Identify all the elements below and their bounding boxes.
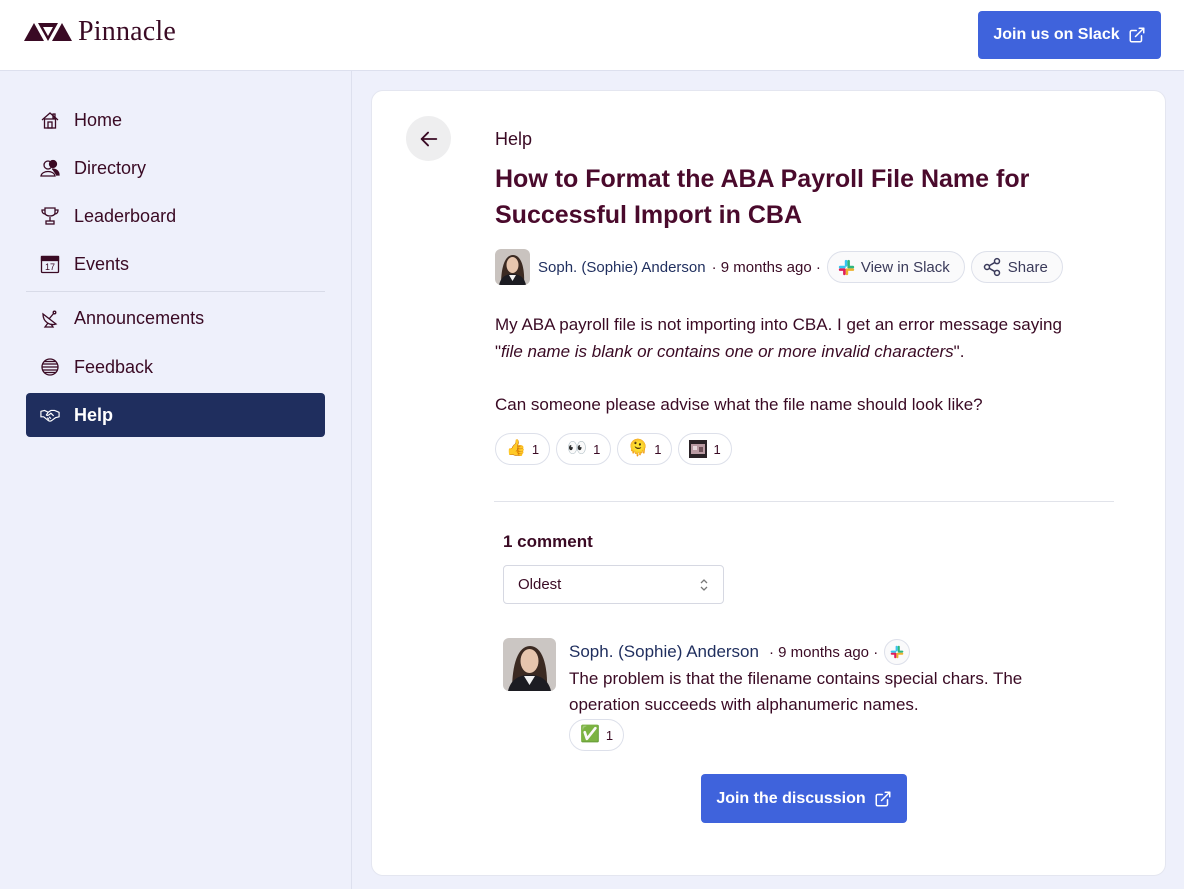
slack-icon — [890, 645, 904, 659]
slack-icon — [838, 259, 854, 275]
external-link-icon — [1129, 27, 1145, 43]
sidebar-item-directory[interactable]: Directory — [26, 146, 325, 190]
breadcrumb[interactable]: Help — [495, 129, 532, 150]
custom-emoji-icon — [689, 440, 708, 458]
share-button[interactable]: Share — [970, 251, 1063, 283]
chevron-up-down-icon — [700, 578, 708, 591]
share-icon — [983, 257, 1001, 277]
reaction-melting-face[interactable]: 🫠 1 — [617, 433, 673, 465]
globe-icon — [41, 358, 59, 376]
comment-reactions: ✅ 1 — [569, 719, 625, 751]
sidebar-divider — [26, 291, 325, 292]
post-body: My ABA payroll file is not importing int… — [495, 311, 1115, 418]
post-reactions: 👍 1 👀 1 🫠 1 1 — [495, 433, 732, 465]
logo[interactable]: Pinnacle — [24, 16, 176, 48]
reaction-count: 1 — [531, 441, 540, 457]
sidebar-item-label: Help — [74, 404, 114, 425]
reaction-thumbs-up[interactable]: 👍 1 — [495, 433, 551, 465]
reaction-count: 1 — [713, 441, 721, 457]
home-icon — [41, 112, 59, 129]
reaction-custom[interactable]: 1 — [678, 433, 732, 465]
body-quote-close: ". — [953, 342, 965, 361]
post-time: · 9 months ago · — [711, 258, 821, 276]
view-in-slack-button[interactable]: View in Slack — [826, 251, 965, 283]
sidebar-item-label: Announcements — [74, 307, 205, 328]
external-link-icon — [875, 791, 891, 806]
satellite-icon — [42, 310, 58, 328]
melting-face-icon: 🫠 — [628, 440, 649, 457]
sidebar-item-label: Directory — [74, 157, 147, 178]
body-quote-italic: file name is blank or contains one or mo… — [501, 342, 954, 361]
people-icon — [40, 159, 60, 177]
eyes-icon: 👀 — [567, 440, 588, 457]
reaction-count: 1 — [654, 441, 662, 457]
avatar[interactable] — [495, 249, 530, 285]
sidebar-item-label: Events — [74, 253, 130, 274]
reaction-check-mark[interactable]: ✅ 1 — [569, 719, 625, 751]
share-label: Share — [1007, 258, 1048, 276]
post-title: How to Format the ABA Payroll File Name … — [495, 165, 1030, 229]
sidebar-item-label: Home — [74, 109, 123, 130]
sort-value: Oldest — [518, 576, 562, 593]
comment-avatar[interactable] — [503, 638, 556, 691]
top-bar: Pinnacle Join us on Slack — [0, 0, 1184, 71]
sidebar-item-home[interactable]: Home — [26, 98, 325, 142]
reaction-count: 1 — [593, 441, 601, 457]
sidebar: Home Directory Leaderboard 17 Events Ann… — [0, 71, 352, 889]
handshake-icon — [40, 409, 60, 422]
reaction-count: 1 — [605, 727, 614, 743]
reaction-eyes[interactable]: 👀 1 — [556, 433, 612, 465]
body-text-line: Can someone please advise what the file … — [495, 395, 983, 414]
comment-text: The problem is that the filename contain… — [569, 669, 1023, 714]
comments-count: 1 comment — [503, 532, 593, 551]
post-card: Help How to Format the ABA Payroll File … — [371, 90, 1166, 876]
post-author[interactable]: Soph. (Sophie) Anderson — [538, 259, 706, 276]
pinnacle-logo-icon — [24, 23, 72, 41]
sidebar-item-events[interactable]: 17 Events — [26, 242, 325, 286]
sidebar-item-label: Feedback — [74, 356, 154, 377]
comment-header: Soph. (Sophie) Anderson · 9 months ago · — [569, 639, 911, 665]
check-mark-icon: ✅ — [580, 726, 600, 743]
comment-time: · 9 months ago · — [768, 643, 879, 661]
body-text-line: My ABA payroll file is not importing int… — [495, 315, 1062, 334]
logo-text: Pinnacle — [78, 16, 177, 47]
comment-slack-link[interactable] — [884, 639, 911, 665]
sidebar-item-leaderboard[interactable]: Leaderboard — [26, 194, 325, 238]
post-meta: Soph. (Sophie) Anderson · 9 months ago ·… — [495, 249, 1063, 285]
back-button[interactable] — [406, 116, 451, 161]
calendar-day: 17 — [44, 262, 55, 272]
comment-sort-select[interactable]: Oldest — [503, 565, 724, 604]
calendar-icon: 17 — [40, 254, 60, 274]
view-in-slack-label: View in Slack — [860, 258, 950, 276]
join-slack-label: Join us on Slack — [993, 26, 1120, 43]
join-discussion-button[interactable]: Join the discussion — [701, 774, 907, 823]
thumbs-up-icon: 👍 — [506, 440, 526, 457]
arrow-left-icon — [420, 131, 437, 146]
comment-author[interactable]: Soph. (Sophie) Anderson — [569, 642, 759, 662]
sidebar-item-help[interactable]: Help — [26, 393, 325, 437]
sidebar-item-announcements[interactable]: Announcements — [26, 296, 325, 340]
section-divider — [494, 501, 1114, 502]
join-discussion-label: Join the discussion — [716, 789, 866, 807]
sidebar-item-feedback[interactable]: Feedback — [26, 345, 325, 389]
trophy-icon — [41, 207, 59, 225]
sidebar-item-label: Leaderboard — [74, 205, 177, 226]
join-slack-button[interactable]: Join us on Slack — [978, 11, 1161, 59]
